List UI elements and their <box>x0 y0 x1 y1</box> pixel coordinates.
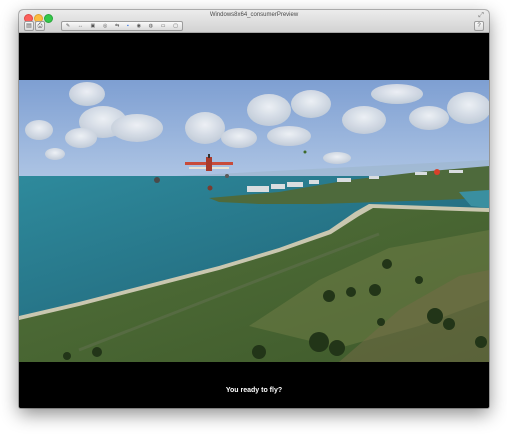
sound-icon[interactable]: ◍ <box>149 22 153 30</box>
title-bar[interactable]: Windows8x64_consumerPreview ⤢ ▤ ⎙ ✎ ↔ ▣ … <box>19 10 489 33</box>
flight-scene <box>19 80 489 362</box>
printer-icon[interactable]: ▭ <box>161 22 166 30</box>
sidebar-icon[interactable]: ▤ <box>24 21 34 31</box>
network-icon[interactable]: ⇆ <box>115 22 119 30</box>
game-subtitle: You ready to fly? <box>225 387 283 394</box>
wrench-icon[interactable]: ✎ <box>66 22 70 30</box>
window-title: Windows8x64_consumerPreview <box>209 12 299 18</box>
camera-icon[interactable]: ◉ <box>137 22 141 30</box>
help-icon[interactable]: ? <box>474 21 484 31</box>
red-balloon <box>434 169 440 175</box>
cd-icon[interactable]: ◎ <box>103 22 107 30</box>
vm-window: Windows8x64_consumerPreview ⤢ ▤ ⎙ ✎ ↔ ▣ … <box>19 10 489 408</box>
vm-display[interactable]: You ready to fly? <box>19 33 489 408</box>
fullscreen-icon[interactable]: ⤢ <box>478 12 484 20</box>
device-toolbar: ✎ ↔ ▣ ◎ ⇆ ▪ ◉ ◍ ▭ ▢ <box>61 21 183 31</box>
snapshot-icon[interactable]: ⎙ <box>35 21 45 31</box>
disk-icon[interactable]: ▣ <box>91 22 96 30</box>
usb-icon[interactable]: ▪ <box>127 22 129 30</box>
display-icon[interactable]: ▢ <box>173 22 178 30</box>
arrows-icon[interactable]: ↔ <box>78 22 83 30</box>
